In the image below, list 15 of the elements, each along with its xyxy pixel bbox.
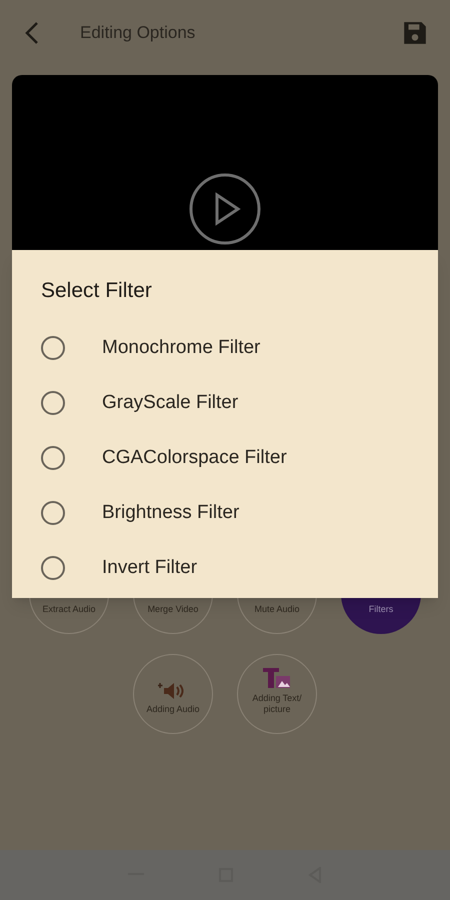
save-icon[interactable]: [402, 20, 428, 46]
filter-option[interactable]: GrayScale Filter: [41, 376, 409, 430]
screen-title: Editing Options: [80, 22, 196, 44]
text-image-icon: [262, 667, 292, 689]
radio-button[interactable]: [41, 336, 65, 360]
radio-button[interactable]: [41, 556, 65, 580]
radio-button[interactable]: [41, 501, 65, 525]
radio-button[interactable]: [41, 391, 65, 415]
dialog-title: Select Filter: [41, 278, 153, 304]
radio-button[interactable]: [41, 446, 65, 470]
filter-option[interactable]: CGAColorspace Filter: [41, 430, 409, 486]
filter-option[interactable]: Monochrome Filter: [41, 320, 409, 376]
play-icon[interactable]: [189, 173, 261, 245]
filter-option[interactable]: Brightness Filter: [41, 486, 409, 540]
filter-option[interactable]: Invert Filter: [41, 540, 409, 596]
